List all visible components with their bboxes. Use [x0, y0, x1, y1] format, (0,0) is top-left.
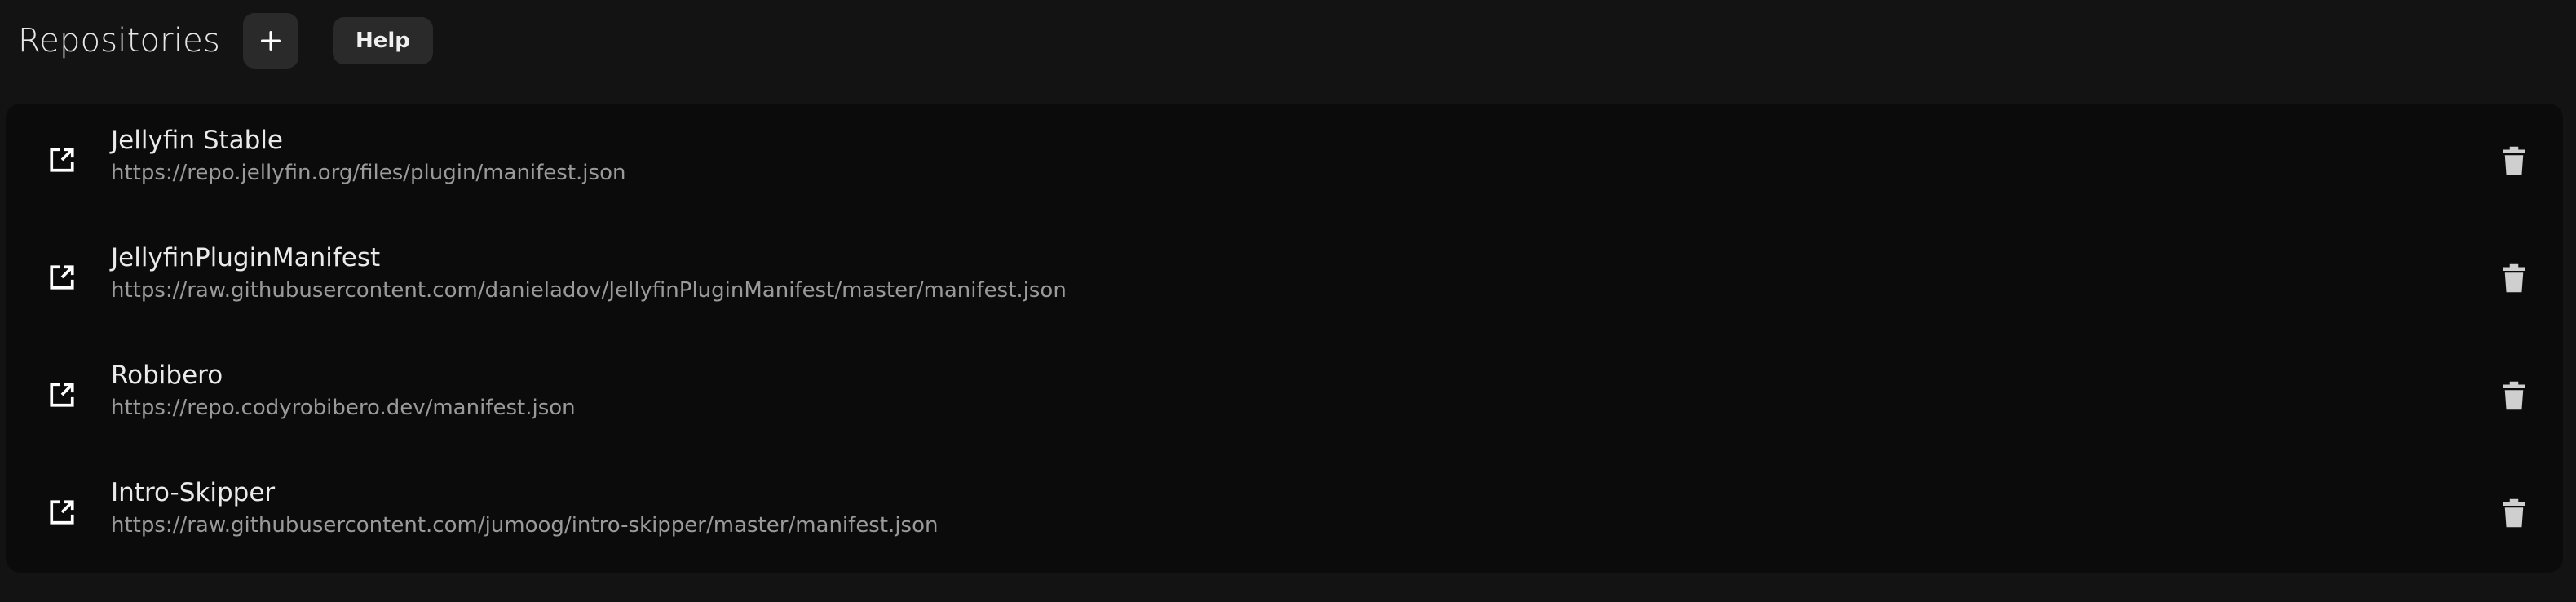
delete-repository-button[interactable] [2496, 260, 2532, 296]
help-button[interactable]: Help [333, 17, 433, 64]
delete-repository-button[interactable] [2496, 495, 2532, 531]
delete-repository-button[interactable] [2496, 378, 2532, 414]
repository-list: Jellyfin Stable https://repo.jellyfin.or… [6, 104, 2563, 573]
repository-row: JellyfinPluginManifest https://raw.githu… [6, 221, 2563, 339]
page-title: Repositories [18, 22, 220, 60]
open-in-new-icon [50, 148, 74, 172]
open-repository-link[interactable] [45, 143, 79, 177]
repository-name: Robibero [111, 361, 223, 390]
repository-name: JellyfinPluginManifest [111, 243, 381, 272]
add-repository-button[interactable] [243, 13, 298, 69]
page-header: Repositories Help [18, 11, 433, 70]
trash-icon [2503, 381, 2525, 410]
open-in-new-icon [50, 383, 74, 407]
repository-row: Robibero https://repo.codyrobibero.dev/m… [6, 339, 2563, 456]
trash-icon [2503, 263, 2525, 293]
repository-url: https://raw.githubusercontent.com/jumoog… [111, 513, 939, 538]
trash-icon [2503, 498, 2525, 528]
plus-icon [260, 30, 281, 51]
delete-repository-button[interactable] [2496, 143, 2532, 179]
open-repository-link[interactable] [45, 260, 79, 294]
open-in-new-icon [50, 265, 74, 290]
trash-icon [2503, 146, 2525, 175]
open-repository-link[interactable] [45, 378, 79, 412]
repository-url: https://repo.codyrobibero.dev/manifest.j… [111, 396, 576, 420]
repository-row: Intro-Skipper https://raw.githubusercont… [6, 456, 2563, 573]
repository-name: Jellyfin Stable [111, 126, 284, 155]
repository-url: https://raw.githubusercontent.com/daniel… [111, 278, 1067, 303]
open-repository-link[interactable] [45, 495, 79, 529]
repository-url: https://repo.jellyfin.org/files/plugin/m… [111, 161, 626, 185]
repository-row: Jellyfin Stable https://repo.jellyfin.or… [6, 104, 2563, 221]
repository-name: Intro-Skipper [111, 478, 276, 507]
open-in-new-icon [50, 500, 74, 525]
